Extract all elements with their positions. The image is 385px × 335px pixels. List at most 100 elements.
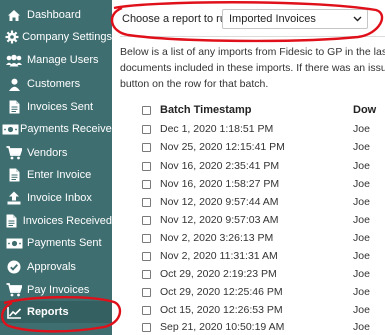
upload-icon [0,191,26,205]
description-line: Below is a list of any imports from Fide… [120,46,385,58]
header-batch-timestamp: Batch Timestamp [160,104,252,116]
table-row[interactable]: Nov 2, 2020 3:26:13 PM Joe [112,229,385,249]
row-checkbox[interactable] [142,143,151,152]
sidebar-item-payments-sent[interactable]: Payments Sent [0,232,112,254]
row-user: Joe [353,160,370,172]
row-timestamp: Nov 16, 2020 2:35:41 PM [160,160,280,172]
sidebar-item-invoices-received[interactable]: Invoices Received [0,210,112,232]
row-timestamp: Nov 16, 2020 1:58:27 PM [160,178,280,190]
row-user: Joe [353,141,370,153]
row-user: Joe [353,123,370,135]
sidebar-item-reports[interactable]: Reports [0,301,112,323]
sidebar-item-invoices-sent[interactable]: Invoices Sent [0,96,112,118]
chart-icon [0,306,26,319]
row-timestamp: Nov 25, 2020 12:15:41 PM [160,141,285,153]
sidebar-item-payments-received[interactable]: Payments Received [0,118,118,140]
row-user: Joe [353,196,370,208]
report-description: Below is a list of any imports from Fide… [120,44,385,92]
sidebar-item-vendors[interactable]: Vendors [0,142,112,164]
row-checkbox[interactable] [142,288,151,297]
sidebar-item-label: Invoices Sent [27,101,94,113]
row-timestamp: Oct 15, 2020 12:26:53 PM [160,304,283,316]
description-line: documents included in these imports. If … [120,62,385,74]
sidebar-item-label: Pay Invoices [27,284,90,296]
table-row[interactable]: Nov 16, 2020 1:58:27 PM Joe [112,175,385,195]
row-checkbox[interactable] [142,180,151,189]
row-checkbox[interactable] [142,234,151,243]
cart-icon [0,283,26,297]
sidebar-item-label: Payments Sent [27,237,102,249]
chevron-down-icon [353,13,362,28]
sidebar-item-label: Customers [27,78,81,90]
sidebar-item-label: Company Settings [22,31,112,43]
main-content: Choose a report to run: Imported Invoice… [112,0,385,335]
row-user: Joe [353,250,370,262]
sidebar-item-enter-invoice[interactable]: Enter Invoice [0,164,112,186]
report-select-value: Imported Invoices [229,13,316,25]
money-icon [0,124,19,135]
check-circle-icon [0,260,26,274]
sidebar-item-invoice-inbox[interactable]: Invoice Inbox [0,187,112,209]
row-checkbox[interactable] [142,125,151,134]
sidebar-item-label: Dashboard [27,9,81,21]
sidebar-item-dashboard[interactable]: Dashboard [0,4,112,26]
row-timestamp: Nov 12, 2020 9:57:03 AM [160,214,279,226]
select-all-checkbox[interactable] [142,106,151,115]
row-timestamp: Nov 12, 2020 9:57:44 AM [160,196,279,208]
row-checkbox[interactable] [142,162,151,171]
row-timestamp: Oct 29, 2020 2:19:23 PM [160,268,277,280]
row-checkbox[interactable] [142,306,151,315]
sidebar: Dashboard Company Settings Manage Users … [0,0,118,335]
sidebar-item-label: Approvals [27,261,76,273]
sidebar-item-manage-users[interactable]: Manage Users [0,49,112,71]
document-icon [0,214,22,228]
sidebar-item-label: Invoices Received [22,215,112,227]
table-row[interactable]: Sep 21, 2020 10:50:19 AM Joe [112,318,385,335]
header-downloaded-by: Dow [353,104,377,116]
table-row[interactable]: Dec 1, 2020 1:18:51 PM Joe [112,120,385,140]
row-timestamp: Dec 1, 2020 1:18:51 PM [160,123,274,135]
report-prompt-label: Choose a report to run: [122,13,236,25]
money-icon [0,238,26,249]
row-checkbox[interactable] [142,270,151,279]
table-header: Batch Timestamp Dow [112,100,385,120]
sidebar-item-label: Reports [27,306,69,318]
document-icon [0,168,26,182]
sidebar-item-label: Payments Received [20,123,118,135]
sidebar-item-label: Invoice Inbox [27,192,92,204]
row-user: Joe [353,304,370,316]
row-checkbox[interactable] [142,216,151,225]
sidebar-item-pay-invoices[interactable]: Pay Invoices [0,279,112,301]
document-icon [0,100,26,114]
sidebar-item-customers[interactable]: Customers [0,73,112,95]
row-checkbox[interactable] [142,323,151,332]
report-select[interactable]: Imported Invoices [222,9,368,29]
sidebar-item-label: Manage Users [27,54,99,66]
table-row[interactable]: Nov 12, 2020 9:57:03 AM Joe [112,211,385,231]
description-line: button on the row for that batch. [120,78,269,90]
table-row[interactable]: Nov 12, 2020 9:57:44 AM Joe [112,193,385,213]
row-timestamp: Sep 21, 2020 10:50:19 AM [160,321,285,333]
table-row[interactable]: Nov 16, 2020 2:35:41 PM Joe [112,157,385,177]
row-user: Joe [353,178,370,190]
table-row[interactable]: Nov 2, 2020 11:31:31 AM Joe [112,247,385,267]
report-selector-bar: Choose a report to run: Imported Invoice… [122,8,368,30]
row-timestamp: Oct 29, 2020 12:25:46 PM [160,286,283,298]
row-checkbox[interactable] [142,252,151,261]
table-row[interactable]: Nov 25, 2020 12:15:41 PM Joe [112,138,385,158]
row-user: Joe [353,268,370,280]
sidebar-item-label: Enter Invoice [27,169,92,181]
row-checkbox[interactable] [142,198,151,207]
gear-icon [0,30,21,44]
sidebar-item-company-settings[interactable]: Company Settings [0,26,112,48]
table-row[interactable]: Oct 29, 2020 2:19:23 PM Joe [112,265,385,285]
home-icon [0,9,26,22]
row-timestamp: Nov 2, 2020 11:31:31 AM [160,250,278,262]
table-row[interactable]: Oct 29, 2020 12:25:46 PM Joe [112,283,385,303]
row-user: Joe [353,232,370,244]
row-timestamp: Nov 2, 2020 3:26:13 PM [160,232,274,244]
row-user: Joe [353,286,370,298]
user-icon [0,78,26,91]
sidebar-item-approvals[interactable]: Approvals [0,256,112,278]
cart-icon [0,146,26,160]
